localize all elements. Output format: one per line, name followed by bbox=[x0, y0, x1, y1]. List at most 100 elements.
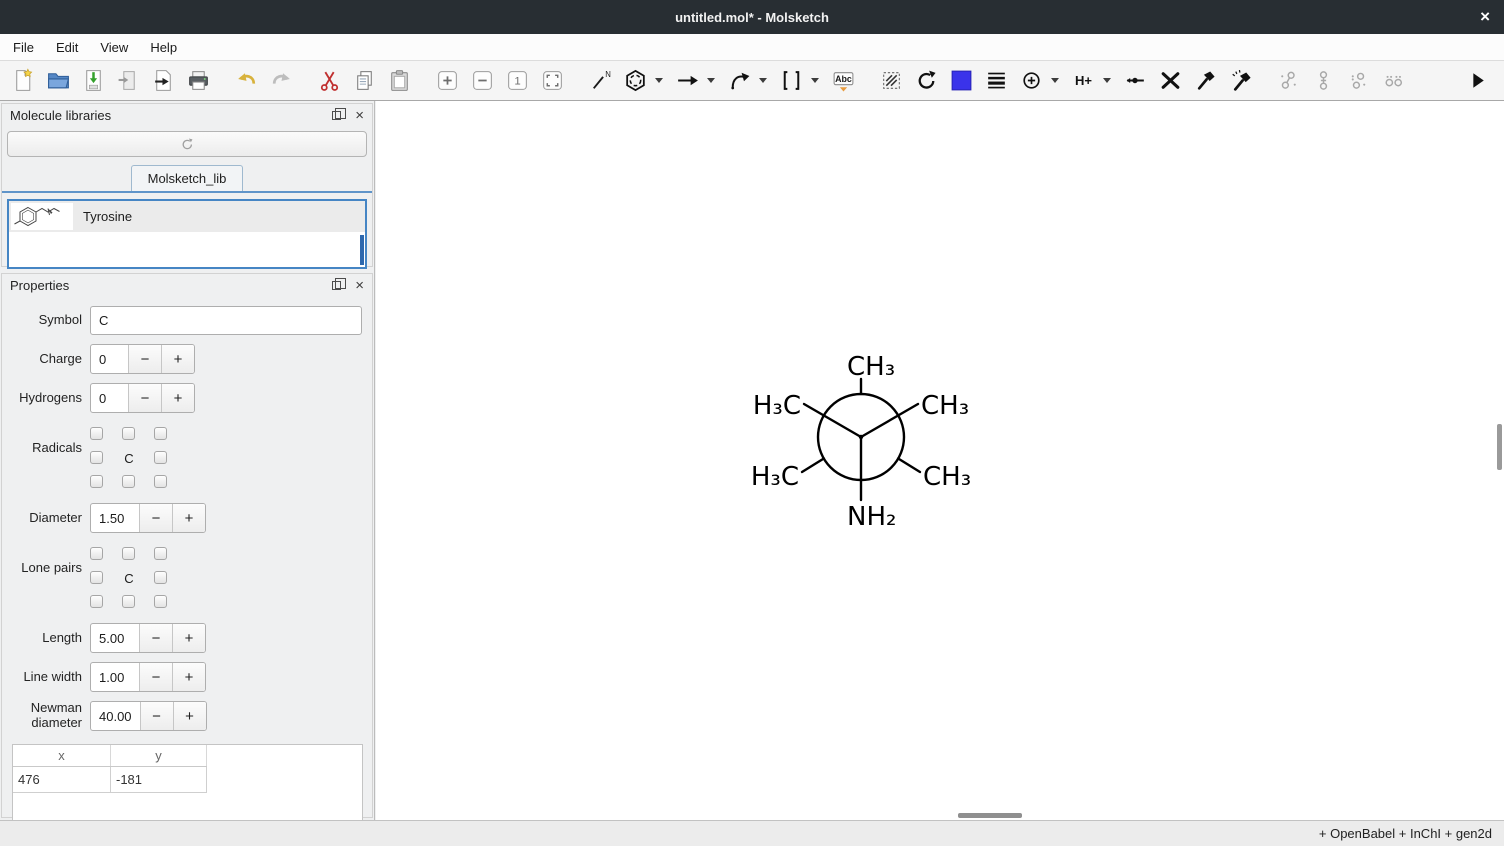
cell-y[interactable]: -181 bbox=[111, 767, 207, 792]
export-file-button[interactable] bbox=[147, 65, 180, 96]
newman-diameter-value[interactable]: 40.00 bbox=[91, 702, 140, 730]
tab-molsketch-lib[interactable]: Molsketch_lib bbox=[131, 165, 244, 191]
window-close-button[interactable]: × bbox=[1480, 0, 1490, 34]
newman-diameter-increment-button[interactable]: + bbox=[173, 702, 206, 730]
substituent-top[interactable]: CH₃ bbox=[847, 352, 895, 382]
lone-pair-checkbox[interactable] bbox=[154, 547, 167, 560]
zoom-original-button[interactable] bbox=[501, 65, 534, 96]
open-file-button[interactable] bbox=[42, 65, 75, 96]
horizontal-scrollbar[interactable] bbox=[958, 813, 1022, 818]
delete-tool-button[interactable] bbox=[1154, 65, 1187, 96]
menu-edit[interactable]: Edit bbox=[45, 36, 89, 59]
lone-pair-checkbox[interactable] bbox=[122, 595, 135, 608]
length-increment-button[interactable]: + bbox=[172, 624, 205, 652]
cell-x[interactable]: 476 bbox=[13, 767, 111, 792]
color-picker-button[interactable] bbox=[945, 65, 978, 96]
radical-checkbox[interactable] bbox=[154, 451, 167, 464]
mechanism-tool-1-button[interactable] bbox=[1189, 65, 1222, 96]
text-tool-button[interactable] bbox=[827, 65, 860, 96]
substituent-lower-left[interactable]: H₃C bbox=[751, 462, 799, 492]
newman-diameter-decrement-button[interactable]: − bbox=[140, 702, 173, 730]
line-width-tool-button[interactable] bbox=[980, 65, 1013, 96]
hydrogens-increment-button[interactable]: + bbox=[161, 384, 194, 412]
draw-tool-button[interactable] bbox=[584, 65, 617, 96]
lone-pair-checkbox[interactable] bbox=[122, 547, 135, 560]
length-decrement-button[interactable]: − bbox=[139, 624, 172, 652]
charge-value[interactable]: 0 bbox=[91, 345, 128, 373]
ring-tool-button[interactable] bbox=[619, 65, 669, 96]
length-value[interactable]: 5.00 bbox=[91, 624, 139, 652]
cut-button[interactable] bbox=[313, 65, 346, 96]
mechanism-arrow-tool-button[interactable] bbox=[723, 65, 773, 96]
radical-checkbox[interactable] bbox=[154, 427, 167, 440]
zoom-in-button[interactable] bbox=[431, 65, 464, 96]
redo-button[interactable] bbox=[265, 65, 298, 96]
toolbar-extension-button[interactable] bbox=[1461, 65, 1494, 96]
chevron-down-icon[interactable] bbox=[1103, 78, 1111, 83]
substituent-upper-right[interactable]: CH₃ bbox=[921, 391, 969, 421]
radical-checkbox[interactable] bbox=[90, 475, 103, 488]
hydrogen-tool-button[interactable] bbox=[1067, 65, 1117, 96]
vertical-scrollbar[interactable] bbox=[1497, 424, 1502, 470]
save-as-file-button[interactable] bbox=[112, 65, 145, 96]
lone-pair-checkbox[interactable] bbox=[90, 547, 103, 560]
symbol-input[interactable] bbox=[90, 306, 362, 335]
radical-checkbox[interactable] bbox=[90, 427, 103, 440]
copy-button[interactable] bbox=[348, 65, 381, 96]
close-panel-icon[interactable]: × bbox=[355, 111, 364, 121]
selection-tool-button[interactable] bbox=[875, 65, 908, 96]
electron-pair-tool-button[interactable] bbox=[1119, 65, 1152, 96]
hydrogens-decrement-button[interactable]: − bbox=[128, 384, 161, 412]
radical-checkbox[interactable] bbox=[154, 475, 167, 488]
substituent-bottom[interactable]: NH₂ bbox=[847, 502, 896, 532]
new-file-button[interactable] bbox=[7, 65, 40, 96]
paste-button[interactable] bbox=[383, 65, 416, 96]
menu-help[interactable]: Help bbox=[139, 36, 188, 59]
zoom-out-button[interactable] bbox=[466, 65, 499, 96]
chevron-down-icon[interactable] bbox=[759, 78, 767, 83]
diameter-value[interactable]: 1.50 bbox=[91, 504, 139, 532]
reaction-arrow-tool-button[interactable] bbox=[671, 65, 721, 96]
float-panel-icon[interactable] bbox=[332, 281, 341, 290]
lone-pair-checkbox[interactable] bbox=[154, 595, 167, 608]
substituent-lower-right[interactable]: CH₃ bbox=[923, 462, 971, 492]
undo-button[interactable] bbox=[230, 65, 263, 96]
radical-checkbox[interactable] bbox=[122, 427, 135, 440]
brackets-tool-button[interactable] bbox=[775, 65, 825, 96]
chevron-down-icon[interactable] bbox=[1051, 78, 1059, 83]
lone-pair-checkbox[interactable] bbox=[90, 571, 103, 584]
menu-view[interactable]: View bbox=[89, 36, 139, 59]
charge-decrement-button[interactable]: − bbox=[128, 345, 161, 373]
line-width-decrement-button[interactable]: − bbox=[139, 663, 172, 691]
list-item-tyrosine[interactable]: Tyrosine bbox=[9, 201, 365, 232]
substituent-upper-left[interactable]: H₃C bbox=[753, 391, 801, 421]
zoom-fit-button[interactable] bbox=[536, 65, 569, 96]
rotate-tool-button[interactable] bbox=[910, 65, 943, 96]
close-panel-icon[interactable]: × bbox=[355, 281, 364, 291]
coordinates-table: x y 476 -181 bbox=[12, 744, 363, 822]
diameter-decrement-button[interactable]: − bbox=[139, 504, 172, 532]
charge-tool-button[interactable] bbox=[1015, 65, 1065, 96]
lone-pair-checkbox[interactable] bbox=[154, 571, 167, 584]
mechanism-tool-2-button[interactable] bbox=[1224, 65, 1257, 96]
menu-file[interactable]: File bbox=[2, 36, 45, 59]
radical-checkbox[interactable] bbox=[122, 475, 135, 488]
lone-pair-checkbox[interactable] bbox=[90, 595, 103, 608]
line-width-increment-button[interactable]: + bbox=[172, 663, 205, 691]
chevron-down-icon[interactable] bbox=[707, 78, 715, 83]
diameter-increment-button[interactable]: + bbox=[172, 504, 205, 532]
float-panel-icon[interactable] bbox=[332, 111, 341, 120]
save-file-button[interactable] bbox=[77, 65, 110, 96]
line-width-value[interactable]: 1.00 bbox=[91, 663, 139, 691]
radical-checkbox[interactable] bbox=[90, 451, 103, 464]
newman-projection-molecule[interactable]: CH₃ H₃C CH₃ H₃C CH₃ NH₂ bbox=[741, 335, 991, 545]
charge-increment-button[interactable]: + bbox=[161, 345, 194, 373]
hydrogens-value[interactable]: 0 bbox=[91, 384, 128, 412]
drawing-canvas[interactable]: CH₃ H₃C CH₃ H₃C CH₃ NH₂ bbox=[376, 101, 1504, 820]
print-button[interactable] bbox=[182, 65, 215, 96]
toolbar bbox=[0, 61, 1504, 101]
chevron-down-icon[interactable] bbox=[811, 78, 819, 83]
refresh-libraries-button[interactable] bbox=[7, 131, 367, 157]
library-scrollbar[interactable] bbox=[360, 235, 364, 265]
chevron-down-icon[interactable] bbox=[655, 78, 663, 83]
